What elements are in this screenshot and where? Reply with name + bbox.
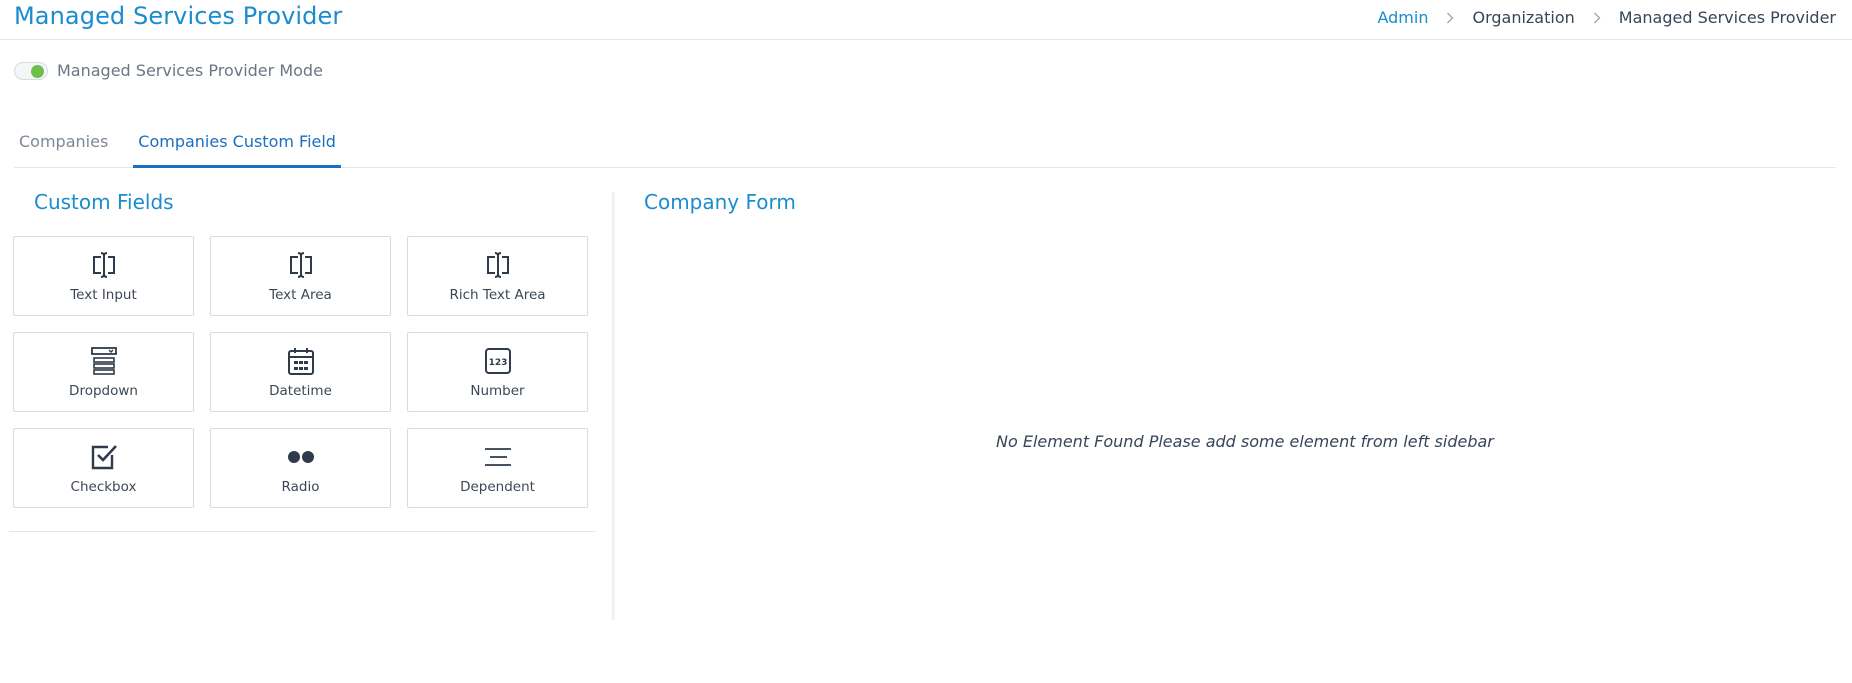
toggle-knob <box>31 64 44 78</box>
field-label: Radio <box>281 479 320 495</box>
breadcrumb: Admin Organization Managed Services Prov… <box>1377 8 1836 27</box>
dependent-lines-icon <box>484 448 511 466</box>
text-cursor-icon <box>486 252 509 278</box>
field-label: Checkbox <box>70 479 137 495</box>
company-form-title: Company Form <box>644 190 796 214</box>
tab-companies[interactable]: Companies <box>14 126 113 168</box>
tab-companies-custom-field[interactable]: Companies Custom Field <box>133 126 341 168</box>
breadcrumb-current: Managed Services Provider <box>1618 8 1836 27</box>
breadcrumb-organization[interactable]: Organization <box>1472 8 1574 27</box>
msp-mode-toggle[interactable] <box>14 61 48 80</box>
field-label: Rich Text Area <box>449 287 546 303</box>
text-cursor-icon <box>289 252 312 278</box>
field-label: Datetime <box>269 383 332 399</box>
page-header: Managed Services Provider Admin Organiza… <box>0 0 1852 40</box>
page-title: Managed Services Provider <box>14 2 343 30</box>
field-radio[interactable]: Radio <box>210 428 391 508</box>
svg-text:123: 123 <box>488 358 507 368</box>
field-dependent[interactable]: Dependent <box>407 428 588 508</box>
calendar-icon <box>287 348 314 375</box>
msp-mode-label: Managed Services Provider Mode <box>57 61 323 80</box>
breadcrumb-admin[interactable]: Admin <box>1377 8 1428 27</box>
field-dropdown[interactable]: Dropdown <box>13 332 194 412</box>
field-text-input[interactable]: Text Input <box>13 236 194 316</box>
panel-divider <box>612 192 615 620</box>
field-number[interactable]: 123 Number <box>407 332 588 412</box>
number-icon: 123 <box>484 348 511 374</box>
field-label: Dropdown <box>69 383 138 399</box>
tab-bar: Companies Companies Custom Field <box>14 126 1836 168</box>
msp-mode-row: Managed Services Provider Mode <box>14 61 323 80</box>
custom-fields-grid: Text Input Text Area Rich Text Area Drop… <box>13 236 588 508</box>
chevron-right-icon <box>1587 11 1607 25</box>
field-text-area[interactable]: Text Area <box>210 236 391 316</box>
field-label: Number <box>470 383 525 399</box>
field-rich-text-area[interactable]: Rich Text Area <box>407 236 588 316</box>
field-label: Text Area <box>269 287 332 303</box>
radio-icon <box>287 451 314 463</box>
empty-form-message: No Element Found Please add some element… <box>996 432 1494 451</box>
custom-fields-title: Custom Fields <box>34 190 174 214</box>
custom-fields-panel: Custom Fields Text Input Text Area Rich … <box>9 190 596 532</box>
text-cursor-icon <box>92 252 115 278</box>
chevron-right-icon <box>1440 11 1460 25</box>
dropdown-icon <box>90 347 117 375</box>
field-checkbox[interactable]: Checkbox <box>13 428 194 508</box>
field-datetime[interactable]: Datetime <box>210 332 391 412</box>
field-label: Dependent <box>460 479 535 495</box>
checkbox-icon <box>91 445 117 470</box>
field-label: Text Input <box>70 287 137 303</box>
